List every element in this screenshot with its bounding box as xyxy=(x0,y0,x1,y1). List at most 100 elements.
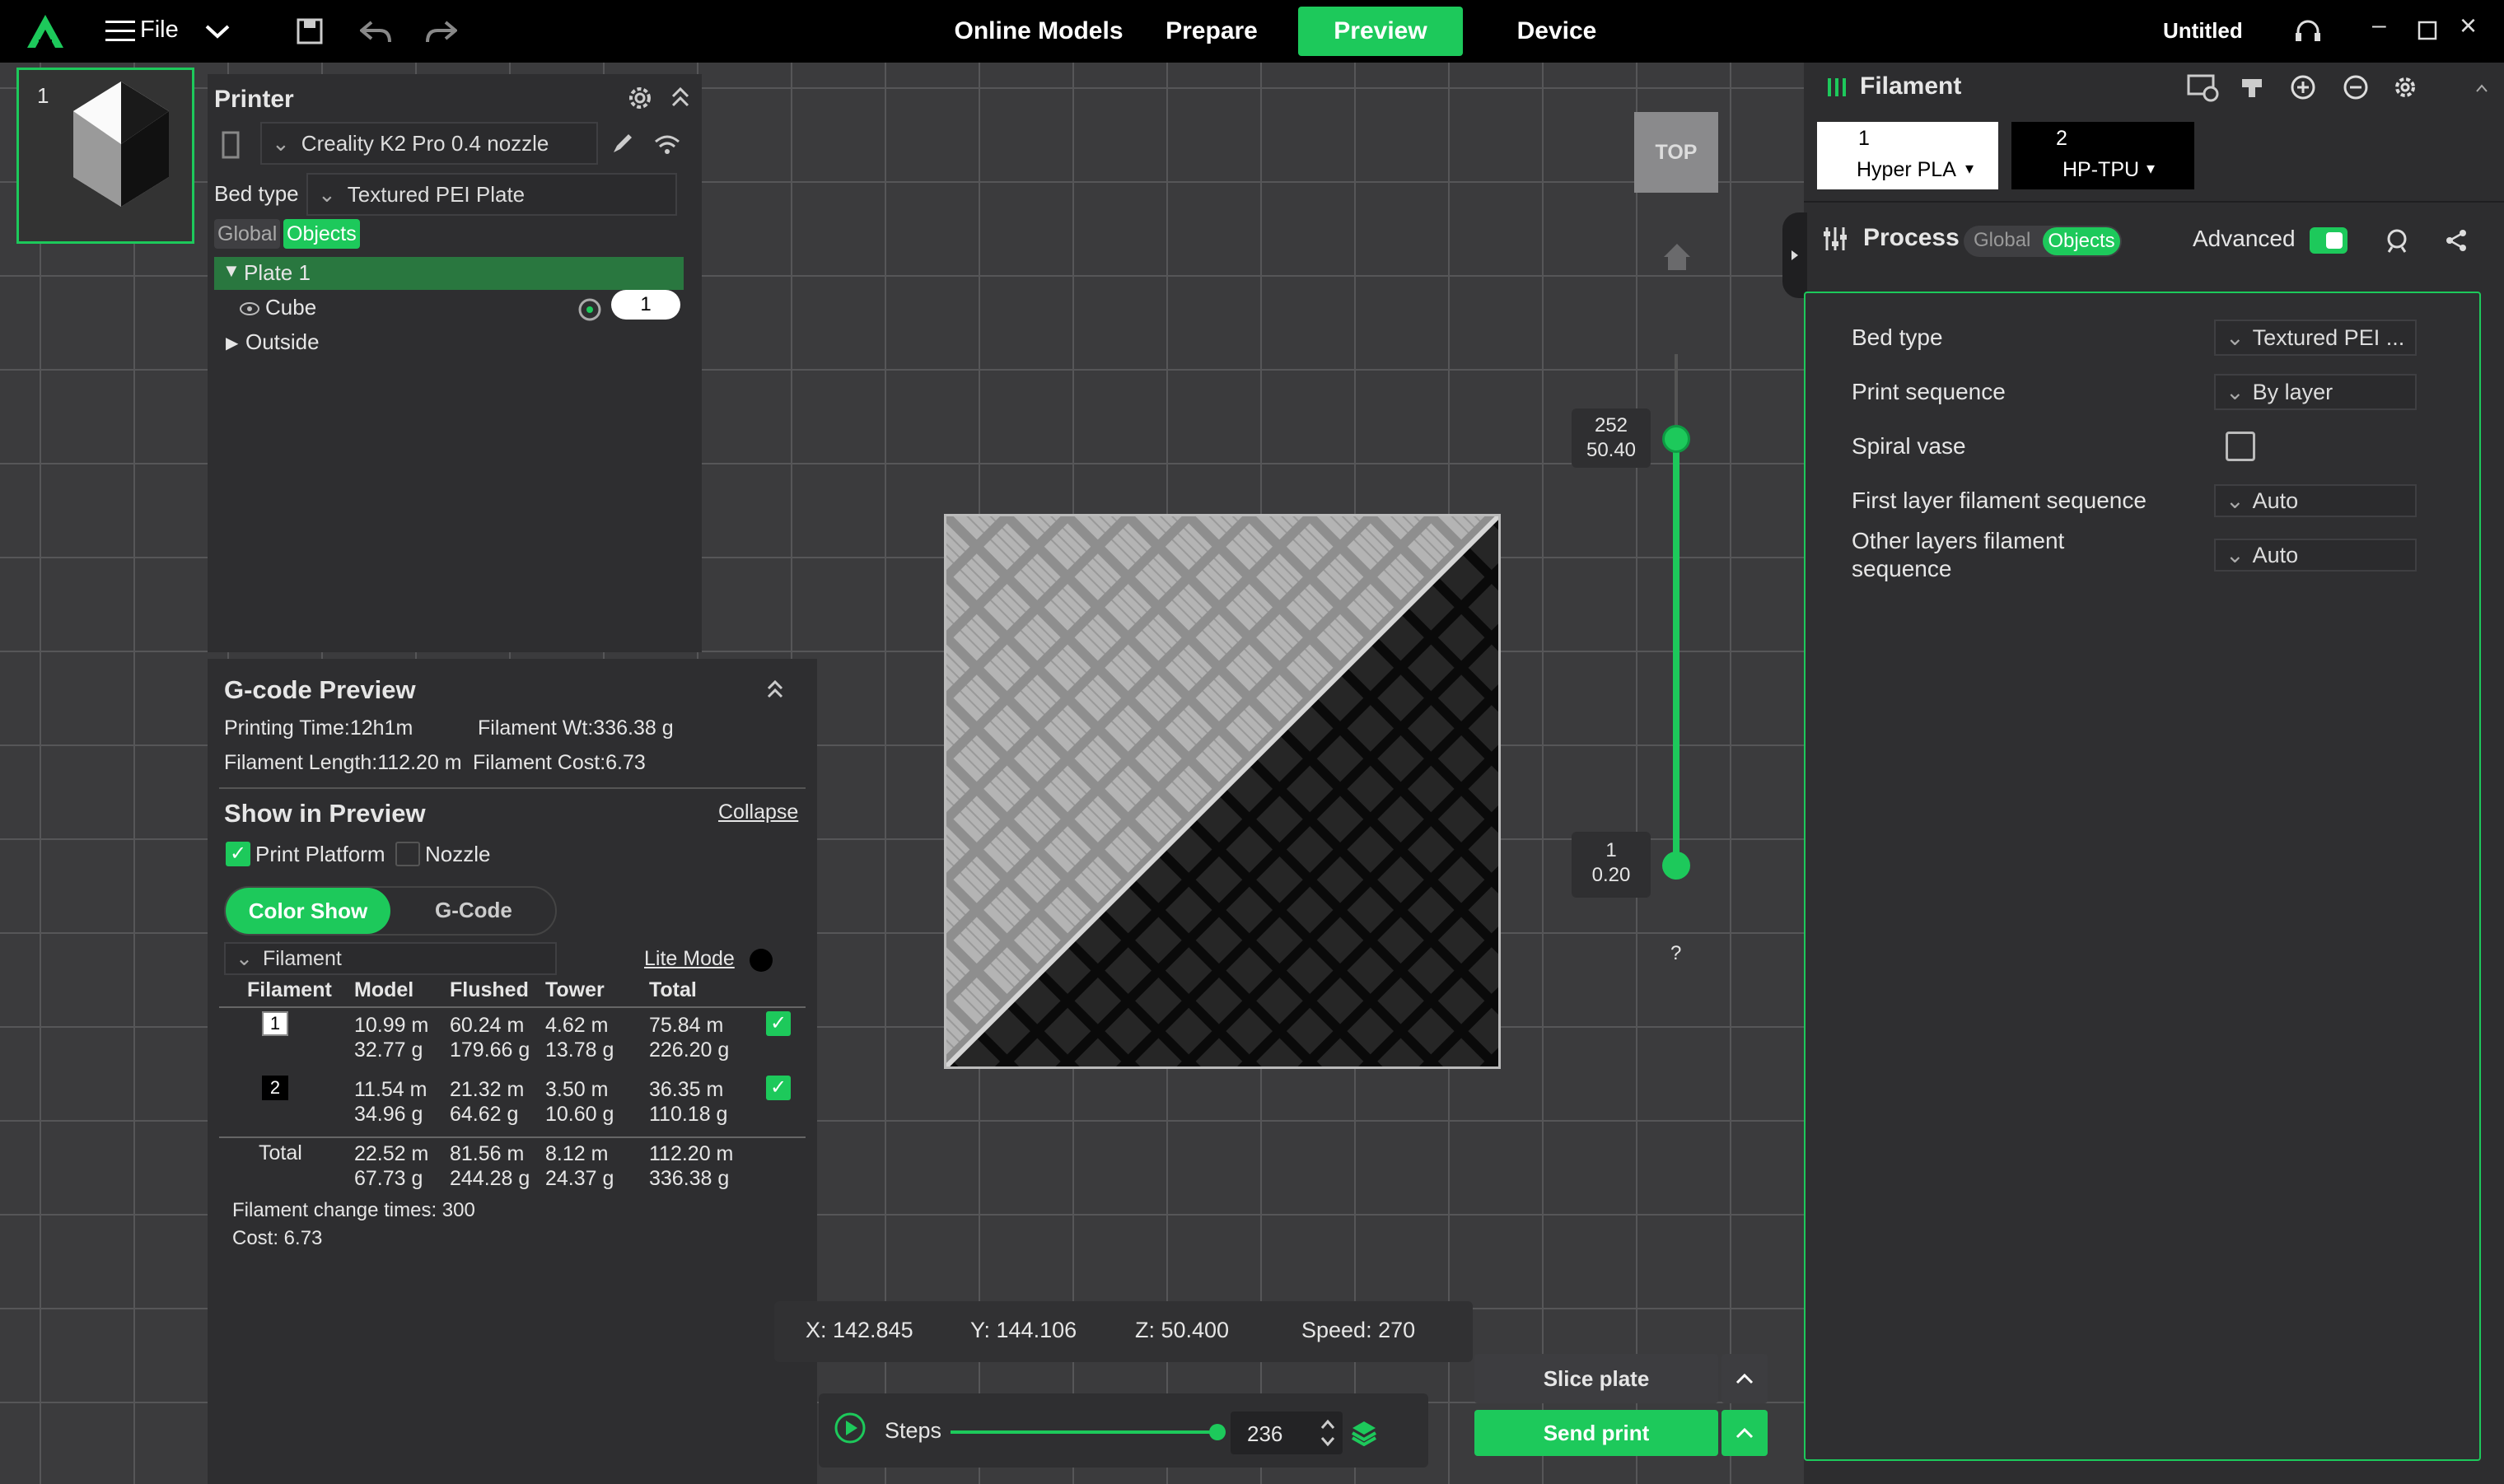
tab-prepare[interactable]: Prepare xyxy=(1150,7,1273,56)
steps-slider-track[interactable] xyxy=(951,1430,1217,1434)
table-cell: 112.20 m 336.38 g xyxy=(649,1142,734,1190)
slice-options-chevron-up-icon[interactable] xyxy=(1722,1354,1768,1403)
help-icon[interactable]: ? xyxy=(1670,942,1681,965)
color-show-button[interactable]: Color Show xyxy=(226,888,390,934)
support-icon[interactable] xyxy=(2290,13,2326,49)
filament-view-select[interactable]: ⌄ Filament xyxy=(224,942,557,975)
setting-first-layer-seq-select[interactable]: ⌄ Auto xyxy=(2214,484,2417,517)
send-print-button[interactable]: Send print xyxy=(1474,1410,1718,1456)
lite-mode-toggle[interactable] xyxy=(750,949,773,972)
outside-label[interactable]: Outside xyxy=(245,329,320,355)
add-filament-icon[interactable] xyxy=(2287,71,2319,104)
filament-2-visible-checkbox[interactable]: ✓ xyxy=(766,1076,791,1100)
title-bar: File Online Models Prepare Preview Devic… xyxy=(0,0,2504,63)
home-icon[interactable] xyxy=(1659,239,1695,275)
menu-icon[interactable] xyxy=(104,16,137,46)
maximize-icon[interactable] xyxy=(2415,18,2440,43)
collapse-link[interactable]: Collapse xyxy=(718,800,798,824)
wifi-icon[interactable] xyxy=(651,128,684,161)
caret-down-icon: ▾ xyxy=(2147,160,2156,178)
plate-thumbnail[interactable]: 1 xyxy=(16,68,194,244)
setting-bed-type-select[interactable]: ⌄ Textured PEI ... xyxy=(2214,320,2417,356)
tab-online-models[interactable]: Online Models xyxy=(944,7,1133,56)
process-objects-toggle[interactable]: Objects xyxy=(2043,227,2120,255)
layers-icon[interactable] xyxy=(1346,1415,1382,1451)
slice-plate-button[interactable]: Slice plate xyxy=(1474,1354,1718,1403)
close-icon[interactable]: × xyxy=(2460,8,2477,43)
remove-filament-icon[interactable] xyxy=(2339,71,2372,104)
nozzle-checkbox[interactable] xyxy=(395,842,420,866)
advanced-toggle[interactable] xyxy=(2310,227,2348,254)
objects-toggle[interactable]: Objects xyxy=(283,219,360,249)
coordinate-status-bar: X: 142.845 Y: 144.106 Z: 50.400 Speed: 2… xyxy=(774,1301,1473,1362)
view-top-label: TOP xyxy=(1655,140,1698,164)
stepper-icon[interactable] xyxy=(1320,1416,1336,1449)
filament-settings-gear-icon[interactable] xyxy=(2389,71,2422,104)
printer-name: Creality K2 Pro 0.4 nozzle xyxy=(301,130,549,156)
chevron-down-icon[interactable] xyxy=(203,18,232,44)
filament-card-1[interactable]: 1 Hyper PLA ▾ xyxy=(1817,122,1998,189)
filament-1-visible-checkbox[interactable]: ✓ xyxy=(766,1011,791,1036)
redo-icon[interactable] xyxy=(423,15,460,48)
gcode-title: G-code Preview xyxy=(224,675,416,704)
steps-slider-handle[interactable] xyxy=(1209,1424,1226,1440)
cube-label[interactable]: Cube xyxy=(265,295,316,320)
compare-presets-icon[interactable] xyxy=(2380,224,2413,257)
send-print-label: Send print xyxy=(1543,1420,1650,1445)
steps-value-box[interactable]: 236 xyxy=(1231,1412,1343,1454)
layer-slider-track[interactable] xyxy=(1673,438,1679,866)
app-logo-icon[interactable] xyxy=(25,12,66,51)
collapse-up-icon[interactable] xyxy=(2469,76,2494,100)
bed-type-label: Bed type xyxy=(214,181,299,206)
chevron-down-icon: ⌄ xyxy=(2226,488,2245,513)
play-icon[interactable] xyxy=(832,1410,868,1446)
table-cell: 8.12 m 24.37 g xyxy=(545,1142,614,1190)
process-settings-box xyxy=(1804,292,2481,1461)
plate-label: Plate 1 xyxy=(244,260,311,285)
table-divider xyxy=(219,1006,806,1008)
filament-card-2[interactable]: 2 HP-TPU ▾ xyxy=(2011,122,2194,189)
tab-preview[interactable]: Preview xyxy=(1298,7,1463,56)
filament-color-icon[interactable] xyxy=(573,293,606,326)
steps-value: 236 xyxy=(1247,1421,1283,1446)
caret-down-icon: ▾ xyxy=(1965,160,1974,178)
table-cell: 22.52 m 67.73 g xyxy=(354,1142,429,1190)
plate-row[interactable]: ▼ Plate 1 xyxy=(214,257,684,290)
table-cell: 75.84 m 226.20 g xyxy=(649,1014,730,1062)
layer-top-handle[interactable] xyxy=(1662,425,1690,453)
filament-panel-title: Filament xyxy=(1860,72,1962,100)
tab-device[interactable]: Device xyxy=(1483,7,1631,56)
process-global-toggle[interactable]: Global xyxy=(1974,229,2030,252)
edit-icon[interactable] xyxy=(606,127,639,160)
lite-mode-link[interactable]: Lite Mode xyxy=(644,947,735,971)
collapse-triangle-icon[interactable]: ▶ xyxy=(226,333,238,353)
print-platform-checkbox[interactable]: ✓ xyxy=(226,842,250,866)
steps-bar: Steps 236 xyxy=(819,1393,1428,1468)
print-platform-label: Print Platform xyxy=(255,842,385,866)
bed-type-select[interactable]: ⌄ Textured PEI Plate xyxy=(306,173,677,216)
share-icon[interactable] xyxy=(2440,224,2473,257)
gcode-tab-button[interactable]: G-Code xyxy=(435,898,512,923)
gear-icon[interactable] xyxy=(623,81,657,115)
filament-sync-icon[interactable] xyxy=(2184,69,2221,105)
eye-icon[interactable] xyxy=(237,296,262,321)
collapse-up-icon[interactable] xyxy=(666,82,695,112)
nozzle-icon[interactable] xyxy=(2235,71,2268,104)
sliced-model[interactable] xyxy=(944,514,1501,1069)
sidebar-collapse-tab[interactable] xyxy=(1782,212,1807,298)
collapse-up-icon[interactable] xyxy=(761,675,789,703)
file-menu[interactable]: File xyxy=(140,16,179,44)
minimize-icon[interactable]: – xyxy=(2372,12,2386,40)
send-options-chevron-up-icon[interactable] xyxy=(1722,1410,1768,1456)
filament-change-times: Filament change times: 300 xyxy=(232,1199,475,1221)
setting-other-layers-seq-select[interactable]: ⌄ Auto xyxy=(2214,539,2417,572)
global-toggle[interactable]: Global xyxy=(214,219,281,249)
layer-bottom-handle[interactable] xyxy=(1662,852,1690,880)
spiral-vase-checkbox[interactable] xyxy=(2226,432,2255,461)
cube-filament-badge[interactable]: 1 xyxy=(611,290,680,320)
printer-select[interactable]: ⌄ Creality K2 Pro 0.4 nozzle xyxy=(260,122,598,165)
view-top-button[interactable]: TOP xyxy=(1634,112,1718,193)
save-icon[interactable] xyxy=(293,15,326,48)
setting-print-sequence-select[interactable]: ⌄ By layer xyxy=(2214,374,2417,410)
undo-icon[interactable] xyxy=(357,15,394,48)
